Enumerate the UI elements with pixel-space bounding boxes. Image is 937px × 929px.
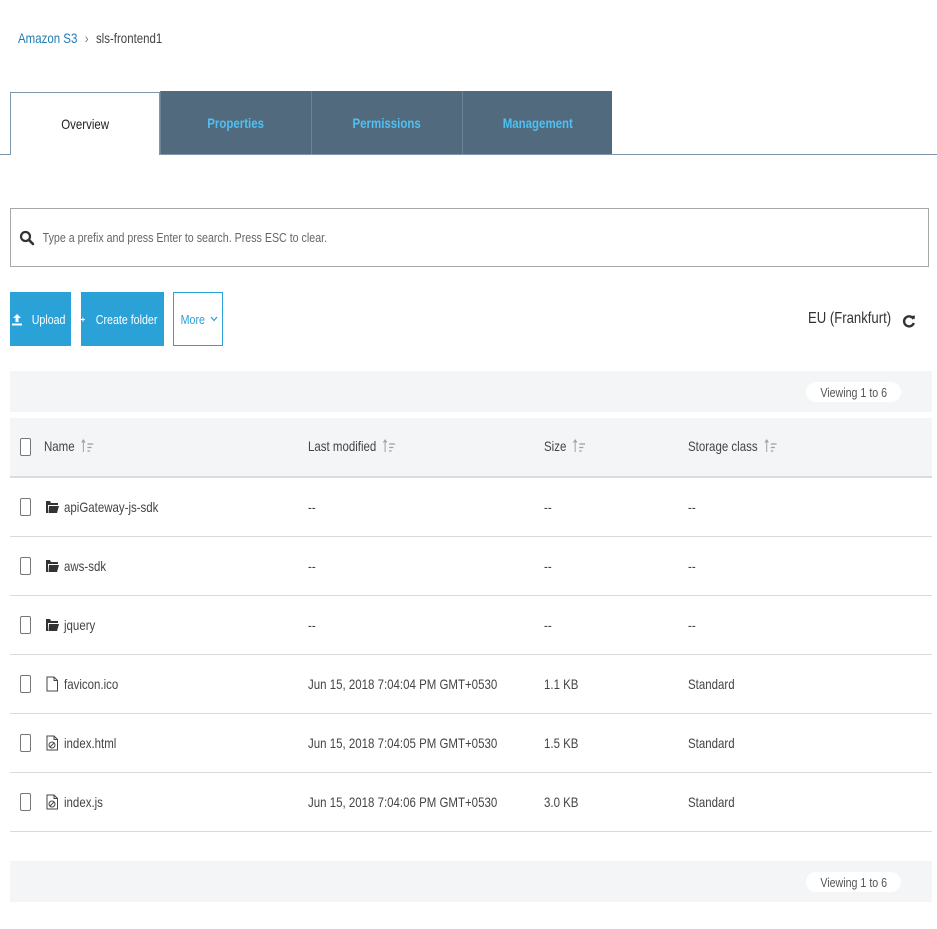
row-size: 1.5 KB (544, 735, 579, 751)
row-name-link[interactable]: jquery (64, 617, 95, 633)
upload-button[interactable]: Upload (10, 292, 71, 346)
table-row[interactable]: jquery -- -- -- (10, 596, 932, 655)
row-storage-class: -- (688, 499, 696, 515)
sort-icon[interactable] (383, 439, 396, 453)
row-last-modified: Jun 15, 2018 7:04:04 PM GMT+0530 (308, 676, 498, 692)
table-row[interactable]: aws-sdk -- -- -- (10, 537, 932, 596)
folder-icon (46, 501, 59, 513)
more-button[interactable]: More (173, 292, 223, 346)
row-name-link[interactable]: apiGateway-js-sdk (64, 499, 158, 515)
table-row[interactable]: index.js Jun 15, 2018 7:04:06 PM GMT+053… (10, 773, 932, 832)
row-last-modified: -- (308, 558, 316, 574)
row-checkbox[interactable] (20, 498, 31, 516)
row-last-modified: -- (308, 617, 316, 633)
folder-icon (46, 560, 59, 572)
file-icon (46, 676, 58, 692)
breadcrumb-amazon-s3[interactable]: Amazon S3 (18, 30, 77, 46)
code-file-icon (46, 735, 58, 751)
upload-icon (12, 313, 23, 325)
viewing-count-bottom: Viewing 1 to 6 (805, 872, 901, 892)
breadcrumb: Amazon S3 › sls-frontend1 (18, 30, 162, 46)
row-size: 1.1 KB (544, 676, 579, 692)
sort-icon[interactable] (573, 439, 586, 453)
row-last-modified: Jun 15, 2018 7:04:05 PM GMT+0530 (308, 735, 498, 751)
column-header-last-modified[interactable]: Last modified (308, 438, 396, 454)
row-name-link[interactable]: index.html (64, 735, 116, 751)
row-storage-class: Standard (688, 794, 735, 810)
row-size: -- (544, 499, 552, 515)
sort-icon[interactable] (764, 439, 777, 453)
column-header-name[interactable]: Name (44, 438, 94, 454)
row-checkbox[interactable] (20, 734, 31, 752)
pagination-bar-top: Viewing 1 to 6 (10, 371, 932, 412)
search-box (10, 208, 929, 267)
row-checkbox[interactable] (20, 675, 31, 693)
row-last-modified: Jun 15, 2018 7:04:06 PM GMT+0530 (308, 794, 498, 810)
plus-icon (81, 317, 85, 321)
chevron-down-icon (210, 316, 218, 322)
pagination-bar-bottom: Viewing 1 to 6 (10, 861, 932, 902)
row-last-modified: -- (308, 499, 316, 515)
tab-overview[interactable]: Overview (10, 92, 160, 155)
row-name-link[interactable]: favicon.ico (64, 676, 118, 692)
table-row[interactable]: apiGateway-js-sdk -- -- -- (10, 478, 932, 537)
tab-permissions[interactable]: Permissions (311, 91, 462, 154)
sort-icon[interactable] (81, 439, 94, 453)
table-row[interactable]: index.html Jun 15, 2018 7:04:05 PM GMT+0… (10, 714, 932, 773)
table-header: Name Last modified Size Storage class (10, 418, 932, 478)
row-size: -- (544, 558, 552, 574)
breadcrumb-separator: › (84, 30, 89, 46)
row-checkbox[interactable] (20, 616, 31, 634)
folder-icon (46, 619, 59, 631)
search-icon (19, 230, 35, 245)
row-size: -- (544, 617, 552, 633)
column-header-size[interactable]: Size (544, 438, 586, 454)
row-storage-class: Standard (688, 735, 735, 751)
tab-management[interactable]: Management (462, 91, 612, 154)
row-storage-class: Standard (688, 676, 735, 692)
row-checkbox[interactable] (20, 793, 31, 811)
refresh-icon[interactable] (901, 313, 917, 329)
row-storage-class: -- (688, 558, 696, 574)
row-checkbox[interactable] (20, 557, 31, 575)
breadcrumb-current-bucket: sls-frontend1 (95, 30, 163, 46)
row-size: 3.0 KB (544, 794, 579, 810)
viewing-count-top: Viewing 1 to 6 (805, 382, 901, 402)
column-header-storage-class[interactable]: Storage class (688, 438, 777, 454)
code-file-icon (46, 794, 58, 810)
row-storage-class: -- (688, 617, 696, 633)
table-row[interactable]: favicon.ico Jun 15, 2018 7:04:04 PM GMT+… (10, 655, 932, 714)
region-label: EU (Frankfurt) (808, 310, 892, 327)
create-folder-button[interactable]: Create folder (81, 292, 164, 346)
tab-properties[interactable]: Properties (160, 91, 311, 154)
row-name-link[interactable]: aws-sdk (64, 558, 106, 574)
select-all-checkbox[interactable] (20, 438, 31, 456)
row-name-link[interactable]: index.js (64, 794, 103, 810)
search-input[interactable] (41, 229, 750, 246)
